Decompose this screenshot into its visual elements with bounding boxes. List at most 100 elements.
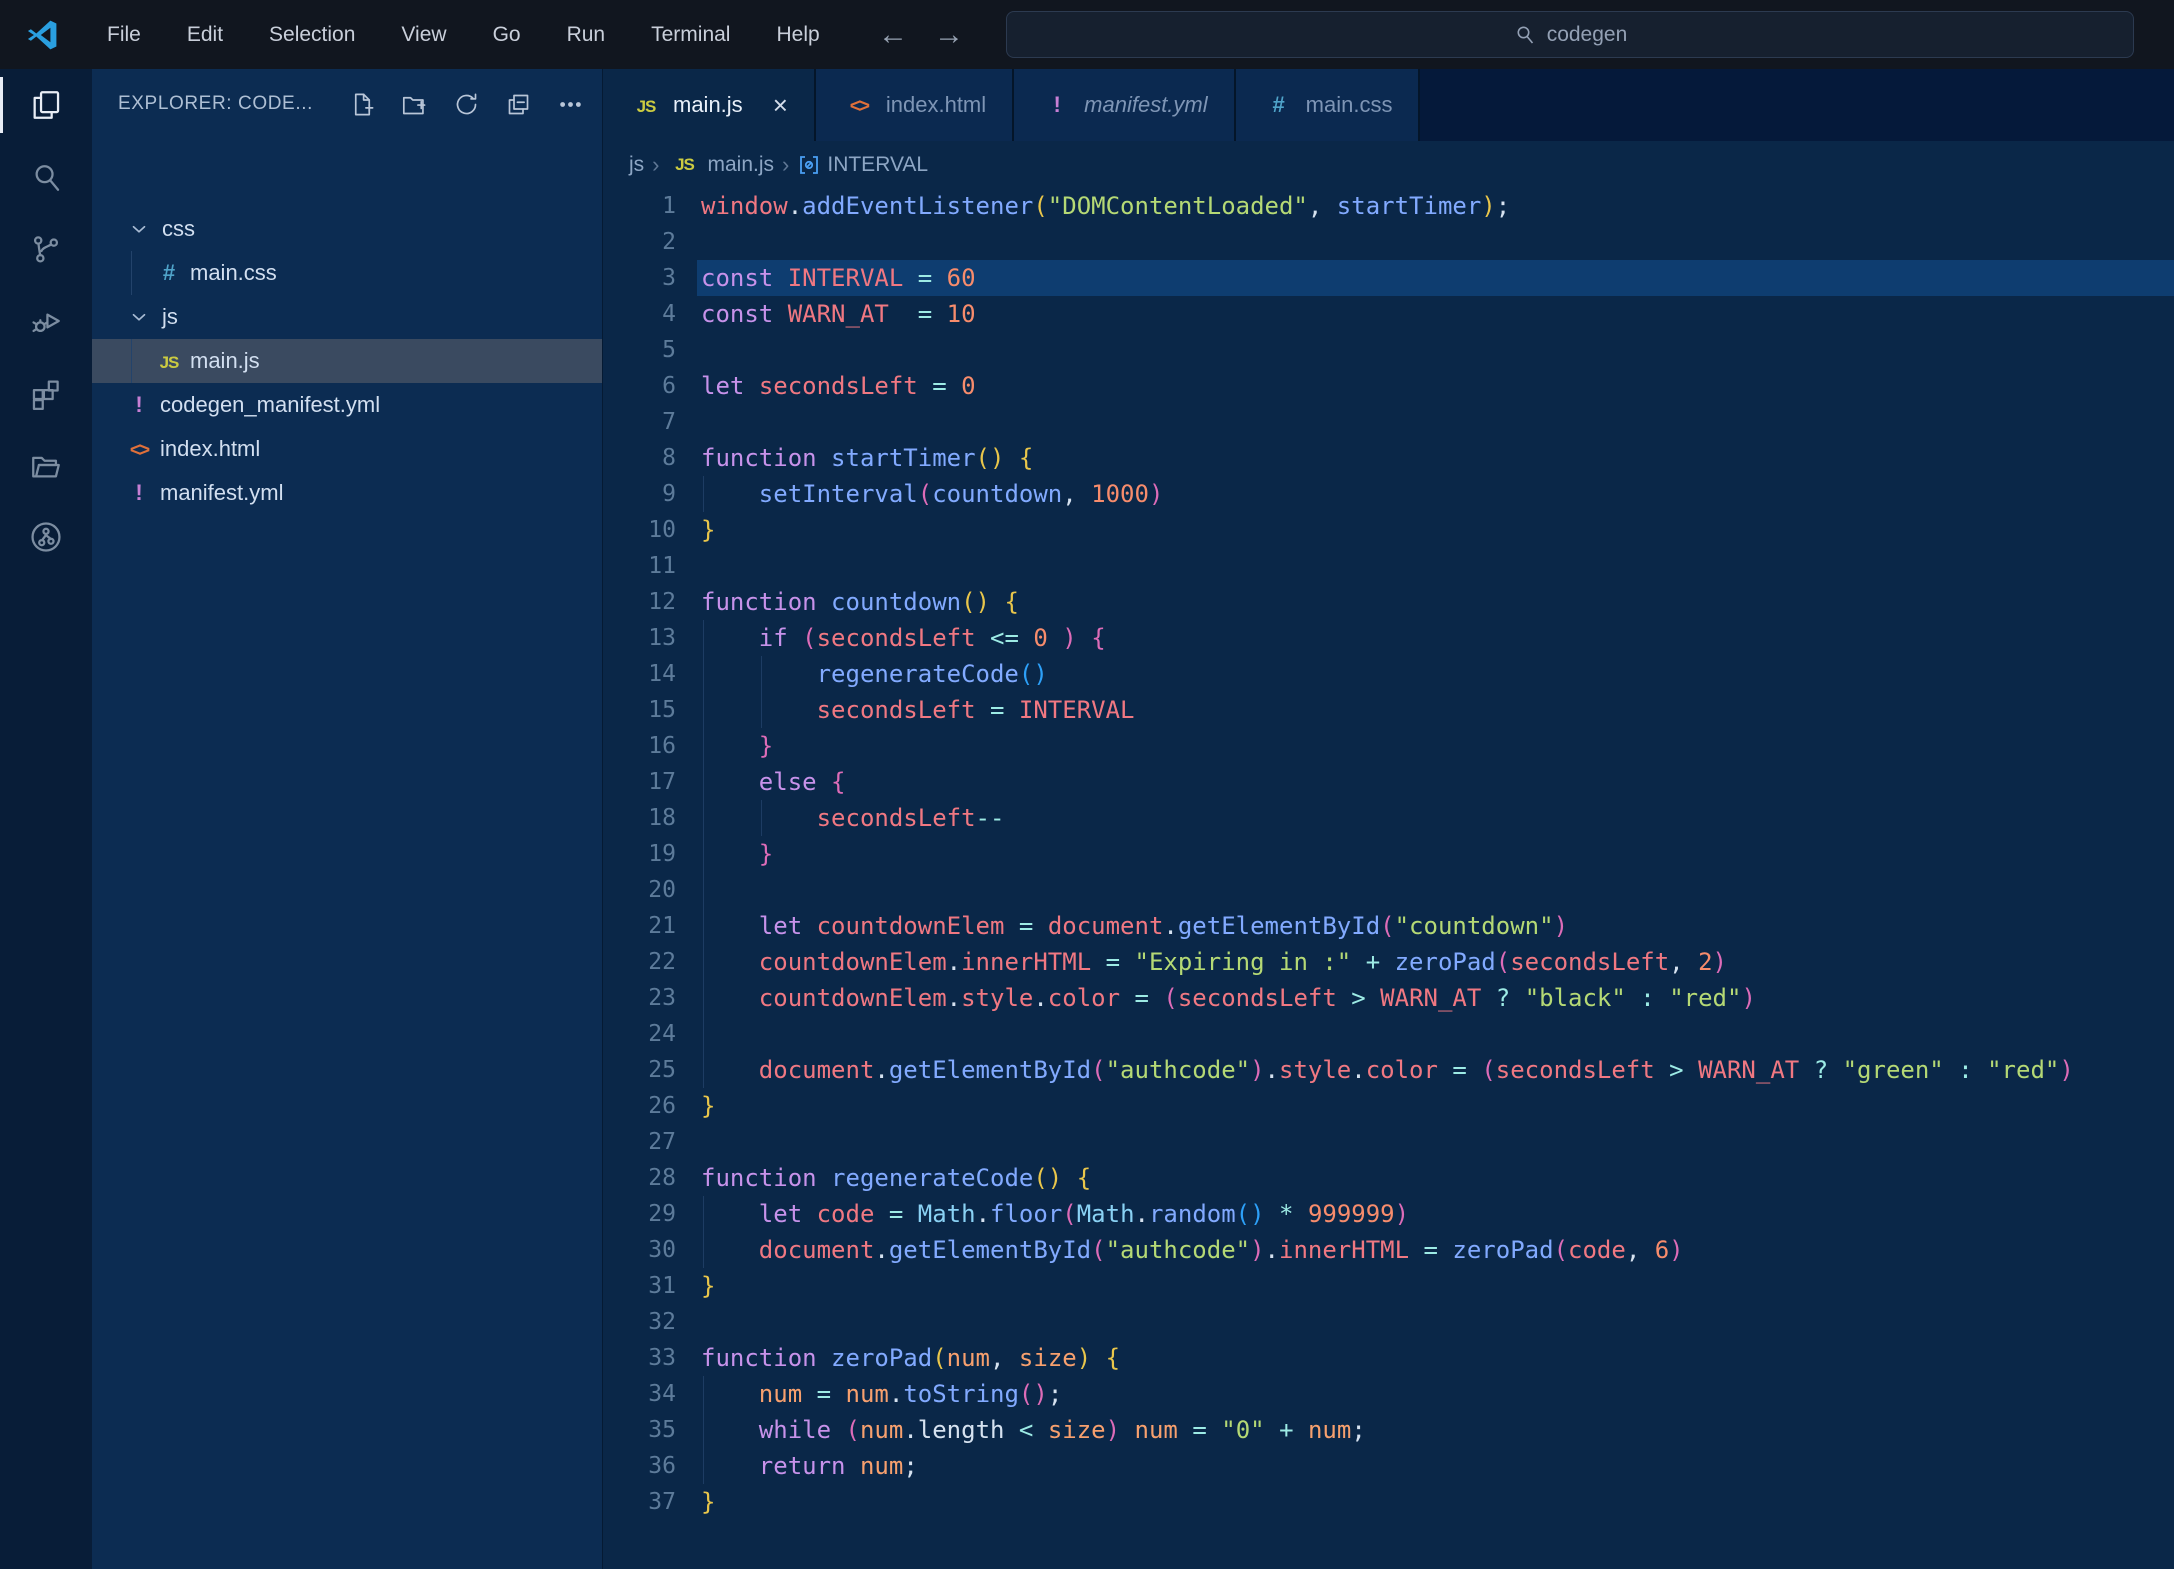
code-line-14[interactable]: regenerateCode(): [603, 656, 2174, 692]
menu-item-edit[interactable]: Edit: [164, 0, 246, 69]
line-number[interactable]: 13: [603, 620, 676, 656]
line-number[interactable]: 21: [603, 908, 676, 944]
line-number[interactable]: 1: [603, 188, 676, 224]
code-line-7[interactable]: [603, 404, 2174, 440]
code-line-9[interactable]: setInterval(countdown, 1000): [603, 476, 2174, 512]
refresh-button[interactable]: [451, 89, 481, 119]
line-number[interactable]: 5: [603, 332, 676, 368]
code-line-33[interactable]: function zeroPad(num, size) {: [603, 1340, 2174, 1376]
tree-folder-css[interactable]: css: [92, 207, 603, 251]
breadcrumb-item-main.js[interactable]: JSmain.js: [668, 153, 775, 177]
sidebar-editor-divider[interactable]: [602, 69, 603, 1569]
activity-folder-opened[interactable]: [0, 429, 92, 501]
new-file-button[interactable]: [347, 89, 377, 119]
activity-commit-graph[interactable]: [0, 501, 92, 573]
code-line-12[interactable]: function countdown() {: [603, 584, 2174, 620]
line-number[interactable]: 2: [603, 224, 676, 260]
tab-main.css[interactable]: #main.css: [1236, 69, 1421, 141]
code-line-22[interactable]: countdownElem.innerHTML = "Expiring in :…: [603, 944, 2174, 980]
code-line-3[interactable]: const INTERVAL = 60: [603, 260, 2174, 296]
breadcrumb-item-js[interactable]: js: [629, 153, 644, 177]
code-line-2[interactable]: [603, 224, 2174, 260]
line-number[interactable]: 18: [603, 800, 676, 836]
forward-arrow-icon[interactable]: →: [934, 18, 964, 52]
line-number[interactable]: 36: [603, 1448, 676, 1484]
code-line-26[interactable]: }: [603, 1088, 2174, 1124]
code-line-29[interactable]: let code = Math.floor(Math.random() * 99…: [603, 1196, 2174, 1232]
code-line-6[interactable]: let secondsLeft = 0: [603, 368, 2174, 404]
code-line-23[interactable]: countdownElem.style.color = (secondsLeft…: [603, 980, 2174, 1016]
line-number[interactable]: 27: [603, 1124, 676, 1160]
line-number[interactable]: 31: [603, 1268, 676, 1304]
code-line-20[interactable]: [603, 872, 2174, 908]
code-line-27[interactable]: [603, 1124, 2174, 1160]
new-folder-button[interactable]: [399, 89, 429, 119]
menu-item-file[interactable]: File: [84, 0, 164, 69]
close-icon[interactable]: ×: [773, 92, 788, 118]
line-number[interactable]: 7: [603, 404, 676, 440]
code-line-24[interactable]: [603, 1016, 2174, 1052]
line-number[interactable]: 32: [603, 1304, 676, 1340]
code-line-8[interactable]: function startTimer() {: [603, 440, 2174, 476]
code-line-31[interactable]: }: [603, 1268, 2174, 1304]
tree-item-main.js[interactable]: JSmain.js: [92, 339, 603, 383]
line-number[interactable]: 20: [603, 872, 676, 908]
code-editor[interactable]: 1234567891011121314151617181920212223242…: [603, 188, 2174, 1569]
code-line-25[interactable]: document.getElementById("authcode").styl…: [603, 1052, 2174, 1088]
line-number[interactable]: 4: [603, 296, 676, 332]
menu-item-terminal[interactable]: Terminal: [628, 0, 753, 69]
line-number[interactable]: 29: [603, 1196, 676, 1232]
line-number[interactable]: 23: [603, 980, 676, 1016]
code-line-34[interactable]: num = num.toString();: [603, 1376, 2174, 1412]
activity-run-debug[interactable]: [0, 285, 92, 357]
tab-index.html[interactable]: <>index.html: [816, 69, 1014, 141]
code-line-11[interactable]: [603, 548, 2174, 584]
line-number[interactable]: 6: [603, 368, 676, 404]
line-number[interactable]: 33: [603, 1340, 676, 1376]
tree-item-manifest.yml[interactable]: !manifest.yml: [92, 471, 603, 515]
line-number[interactable]: 37: [603, 1484, 676, 1520]
code-line-16[interactable]: }: [603, 728, 2174, 764]
tree-item-index.html[interactable]: <>index.html: [92, 427, 603, 471]
code-line-13[interactable]: if (secondsLeft <= 0 ) {: [603, 620, 2174, 656]
code-line-18[interactable]: secondsLeft--: [603, 800, 2174, 836]
back-arrow-icon[interactable]: ←: [878, 18, 908, 52]
line-number[interactable]: 25: [603, 1052, 676, 1088]
code-line-30[interactable]: document.getElementById("authcode").inne…: [603, 1232, 2174, 1268]
line-number[interactable]: 35: [603, 1412, 676, 1448]
code-line-15[interactable]: secondsLeft = INTERVAL: [603, 692, 2174, 728]
collapse-all-button[interactable]: [503, 89, 533, 119]
line-number[interactable]: 28: [603, 1160, 676, 1196]
activity-extensions[interactable]: [0, 357, 92, 429]
menu-item-go[interactable]: Go: [470, 0, 544, 69]
code-line-36[interactable]: return num;: [603, 1448, 2174, 1484]
activity-search[interactable]: [0, 141, 92, 213]
tree-folder-js[interactable]: js: [92, 295, 603, 339]
line-number[interactable]: 22: [603, 944, 676, 980]
line-number[interactable]: 12: [603, 584, 676, 620]
line-number[interactable]: 11: [603, 548, 676, 584]
line-number[interactable]: 24: [603, 1016, 676, 1052]
menu-item-selection[interactable]: Selection: [246, 0, 378, 69]
tab-main.js[interactable]: JSmain.js×: [603, 69, 816, 141]
code-line-5[interactable]: [603, 332, 2174, 368]
line-number[interactable]: 30: [603, 1232, 676, 1268]
code-line-32[interactable]: [603, 1304, 2174, 1340]
more-actions-button[interactable]: [555, 89, 585, 119]
code-line-10[interactable]: }: [603, 512, 2174, 548]
code-line-4[interactable]: const WARN_AT = 10: [603, 296, 2174, 332]
line-number[interactable]: 34: [603, 1376, 676, 1412]
tab-manifest.yml[interactable]: !manifest.yml: [1014, 69, 1235, 141]
menu-item-view[interactable]: View: [378, 0, 469, 69]
activity-explorer[interactable]: [0, 69, 92, 141]
code-line-1[interactable]: window.addEventListener("DOMContentLoade…: [603, 188, 2174, 224]
code-line-19[interactable]: }: [603, 836, 2174, 872]
code-line-17[interactable]: else {: [603, 764, 2174, 800]
line-number[interactable]: 3: [603, 260, 676, 296]
line-number[interactable]: 17: [603, 764, 676, 800]
menu-item-run[interactable]: Run: [544, 0, 629, 69]
line-number[interactable]: 9: [603, 476, 676, 512]
code-line-37[interactable]: }: [603, 1484, 2174, 1520]
line-number[interactable]: 8: [603, 440, 676, 476]
menu-item-help[interactable]: Help: [753, 0, 842, 69]
